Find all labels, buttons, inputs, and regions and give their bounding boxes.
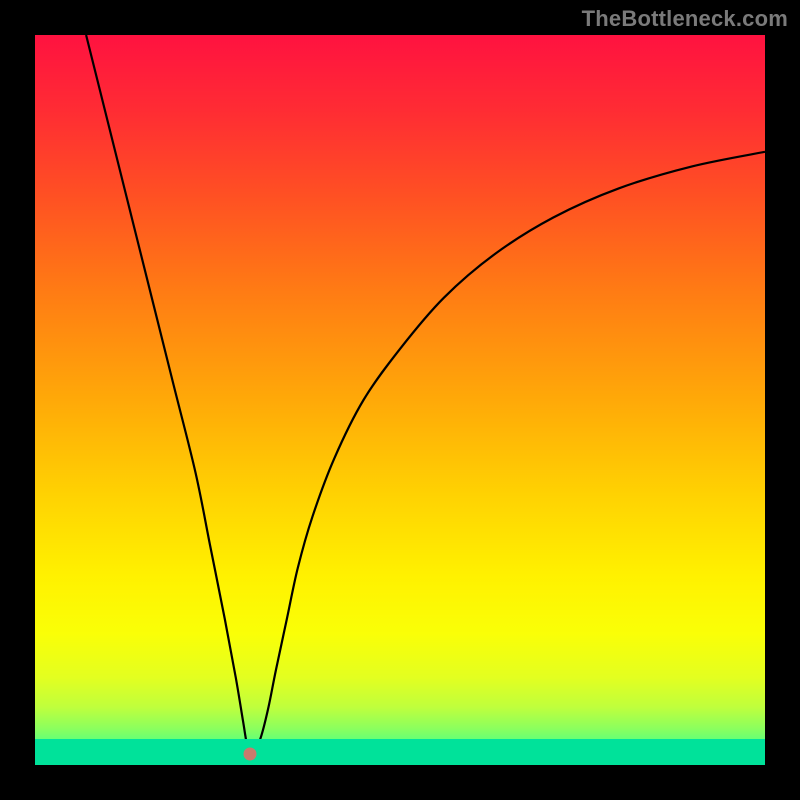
- bottleneck-curve: [35, 35, 765, 765]
- optimal-point-marker: [244, 748, 257, 761]
- watermark-text: TheBottleneck.com: [582, 6, 788, 32]
- plot-area: [35, 35, 765, 765]
- chart-frame: TheBottleneck.com: [0, 0, 800, 800]
- green-baseline-band: [35, 739, 765, 765]
